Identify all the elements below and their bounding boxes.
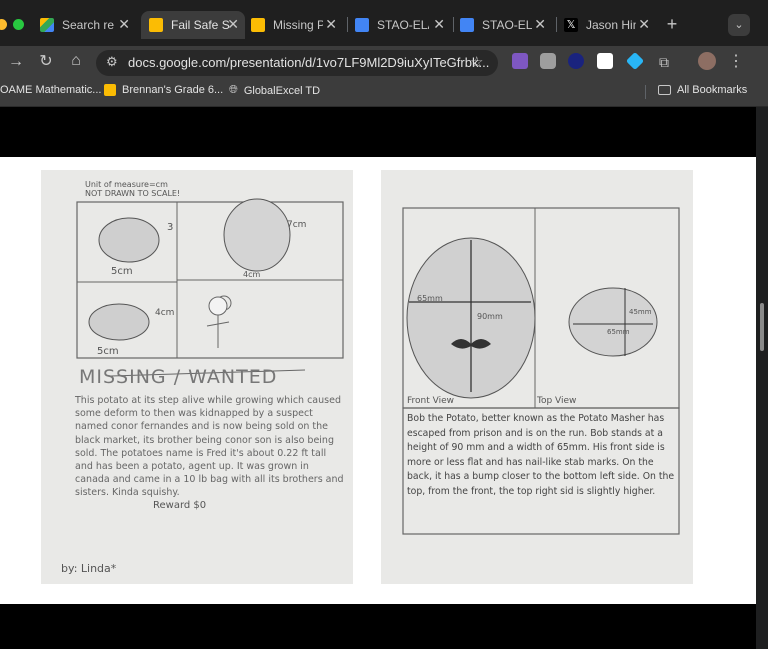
view-label: Top View <box>537 396 577 406</box>
tab-fail-safe[interactable]: Fail Safe S ✕ <box>141 11 245 39</box>
address-bar[interactable]: ⚙ docs.google.com/presentation/d/1vo7LF9… <box>96 50 498 76</box>
dim-label: 5cm <box>97 346 119 357</box>
more-menu-icon[interactable]: ⋮ <box>726 52 746 72</box>
browser-toolbar: → ↻ ⌂ ⚙ docs.google.com/presentation/d/1… <box>0 46 768 78</box>
dim-label: 3 <box>167 222 174 233</box>
bookmark-star-icon[interactable]: ☆ <box>470 53 483 71</box>
docs-extension-icon[interactable] <box>597 53 613 69</box>
poster-body: This potato at its step alive while grow… <box>75 395 344 499</box>
forward-icon[interactable]: → <box>6 52 26 72</box>
bookmark-globalexcel[interactable]: 🌐︎ GlobalExcel TD <box>229 84 320 97</box>
signature: by: Linda* <box>61 562 117 575</box>
poster-sketch <box>402 207 680 535</box>
close-tab-icon[interactable]: ✕ <box>534 16 546 33</box>
url-text[interactable]: docs.google.com/presentation/d/1vo7LF9Ml… <box>128 55 489 70</box>
dim-label: 7cm <box>287 220 307 230</box>
bookmark-oame[interactable]: OAME Mathematic... <box>0 84 101 96</box>
presentation-canvas: Unit of measure=cm NOT DRAWN TO SCALE! 5… <box>0 107 756 649</box>
scale-note: NOT DRAWN TO SCALE! <box>85 189 181 198</box>
site-settings-icon[interactable]: ⚙ <box>106 54 118 70</box>
slides-icon <box>104 84 116 96</box>
window-maximize-button[interactable] <box>13 19 24 30</box>
tab-strip: Search re ✕ Fail Safe S ✕ Missing P ✕ ST… <box>0 0 768 46</box>
tab-stao-ela-1[interactable]: STAO-ELA ✕ <box>355 11 451 39</box>
camera-extension-icon[interactable] <box>540 53 556 69</box>
new-tab-icon[interactable]: + <box>662 14 682 34</box>
tab-jason-hin[interactable]: 𝕏 Jason Hin ✕ <box>564 11 656 39</box>
folder-icon <box>658 85 671 95</box>
diamond-extension-icon[interactable] <box>625 51 645 71</box>
avatar[interactable] <box>698 52 716 70</box>
slide[interactable]: Unit of measure=cm NOT DRAWN TO SCALE! 5… <box>0 157 756 604</box>
extension-purple-icon[interactable] <box>512 53 528 69</box>
vertical-scrollbar[interactable] <box>756 107 768 649</box>
dim-label: 5cm <box>111 266 133 277</box>
google-slides-icon <box>149 18 163 32</box>
dim-label: 45mm <box>629 308 652 316</box>
close-tab-icon[interactable]: ✕ <box>638 16 650 33</box>
potato-masher-poster: 65mm 90mm 45mm 65mm Front View Top View … <box>381 170 693 584</box>
tab-search[interactable]: Search re ✕ <box>40 11 136 39</box>
dim-label: 65mm <box>417 294 443 303</box>
dim-label: 4cm <box>243 270 261 279</box>
extensions-puzzle-icon[interactable]: ⧉ <box>654 52 674 72</box>
view-label: Front View <box>407 396 454 406</box>
close-tab-icon[interactable]: ✕ <box>227 16 239 33</box>
dim-label: 4cm <box>155 308 175 318</box>
x-icon: 𝕏 <box>564 18 578 32</box>
google-docs-icon <box>355 18 369 32</box>
google-drive-icon <box>40 18 54 32</box>
home-icon[interactable]: ⌂ <box>66 51 86 71</box>
screen-extension-icon[interactable] <box>568 53 584 69</box>
dim-label: 90mm <box>477 312 503 321</box>
google-slides-icon <box>251 18 265 32</box>
window-minimize-button[interactable] <box>0 19 7 30</box>
unit-note: Unit of measure=cm <box>85 180 168 189</box>
poster-body: Bob the Potato, better known as the Pota… <box>407 413 675 497</box>
poster-heading: MISSING / WANTED <box>79 366 278 388</box>
reward-text: Reward $0 <box>153 500 207 511</box>
close-tab-icon[interactable]: ✕ <box>118 16 130 33</box>
google-docs-icon <box>460 18 474 32</box>
reload-icon[interactable]: ↻ <box>36 52 56 72</box>
dim-label: 65mm <box>607 328 630 336</box>
bookmarks-bar: OAME Mathematic... Brennan's Grade 6... … <box>0 78 768 107</box>
close-tab-icon[interactable]: ✕ <box>433 16 445 33</box>
tab-search-dropdown-icon[interactable]: ⌄ <box>728 14 750 36</box>
close-tab-icon[interactable]: ✕ <box>325 16 337 33</box>
bookmark-brennan[interactable]: Brennan's Grade 6... <box>104 84 223 96</box>
globe-icon: 🌐︎ <box>229 84 238 96</box>
all-bookmarks[interactable]: All Bookmarks <box>658 84 747 96</box>
tab-missing[interactable]: Missing P ✕ <box>251 11 343 39</box>
tab-stao-ela-2[interactable]: STAO-ELA ✕ <box>460 11 552 39</box>
missing-wanted-poster: Unit of measure=cm NOT DRAWN TO SCALE! 5… <box>41 170 353 584</box>
